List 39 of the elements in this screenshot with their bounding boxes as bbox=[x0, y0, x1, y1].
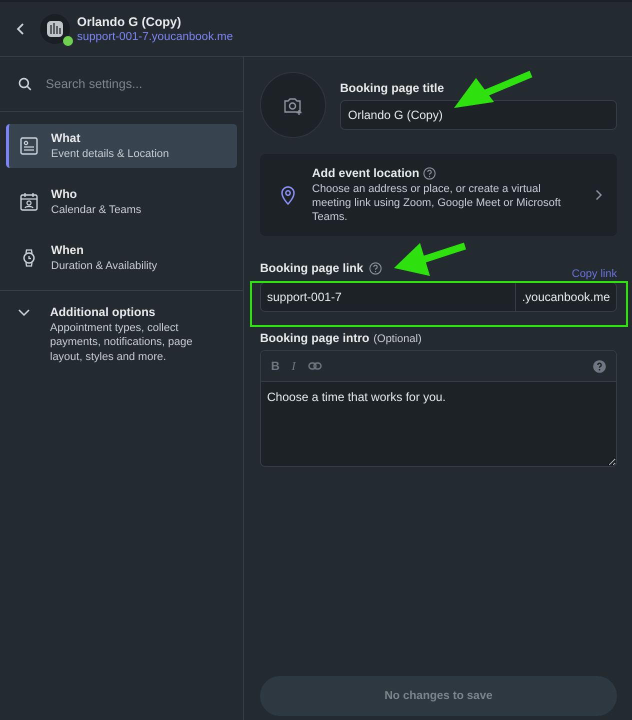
nav-item[interactable]: When Duration & Availability bbox=[6, 236, 237, 280]
bar-chart-icon bbox=[45, 19, 65, 39]
search-field[interactable]: Search settings... bbox=[44, 76, 225, 92]
back-chevron-icon bbox=[16, 22, 26, 36]
calendar-person-icon bbox=[19, 192, 39, 212]
intro-editor[interactable]: B I Choose a time that works for you. bbox=[260, 350, 617, 468]
additional-options[interactable]: Additional options Appointment types, collect payments, notifications, page layout, styles and more. bbox=[0, 291, 243, 378]
nav-title: When bbox=[51, 242, 85, 257]
nav-subtitle: Duration & Availability bbox=[51, 258, 158, 274]
field-label: Booking page intro bbox=[260, 331, 370, 346]
nav-subtitle: Calendar & Teams bbox=[51, 202, 142, 218]
nav-title: What bbox=[51, 130, 82, 145]
intro-text[interactable]: Choose a time that works for you. bbox=[261, 382, 616, 466]
field-label: Booking page link bbox=[260, 261, 364, 276]
section-description: Appointment types, collect payments, notifications, page layout, styles and more. bbox=[50, 321, 194, 364]
page-title: Orlando G (Copy) bbox=[77, 15, 182, 29]
domain-suffix: .youcanbook.me bbox=[516, 282, 617, 312]
location-title: Add event location bbox=[312, 166, 420, 180]
chevron-right-icon bbox=[595, 189, 603, 202]
nav-title: Who bbox=[51, 186, 78, 201]
page-link[interactable]: support-001-7.youcanbook.me bbox=[77, 31, 233, 43]
chevron-icon bbox=[18, 309, 30, 317]
location-card[interactable]: Add event location Choose an address or place, or create a virtual meeting link using Zoom, Google Meet or Microsoft Teams. bbox=[260, 154, 617, 236]
title-field[interactable]: Orlando G (Copy) bbox=[340, 100, 617, 130]
id-card-icon bbox=[19, 136, 39, 156]
link-icon[interactable] bbox=[308, 361, 322, 372]
field-label: Booking page title bbox=[340, 80, 446, 94]
help-icon[interactable] bbox=[593, 360, 606, 373]
help-icon[interactable] bbox=[423, 166, 436, 180]
nav-item[interactable]: Who Calendar & Teams bbox=[6, 180, 237, 224]
nav-item[interactable]: What Event details & Location bbox=[6, 124, 237, 168]
map-pin-icon bbox=[280, 185, 296, 206]
location-description: Choose an address or place, or create a virtual meeting link using Zoom, Google Meet or Microsoft Teams. bbox=[312, 183, 562, 224]
section-title: Additional options bbox=[50, 305, 156, 319]
help-icon[interactable] bbox=[369, 262, 382, 275]
optional-hint: (Optional) bbox=[373, 333, 422, 346]
link-field[interactable]: support-001-7 bbox=[260, 282, 516, 312]
nav-subtitle: Event details & Location bbox=[51, 146, 170, 162]
search-icon bbox=[18, 77, 32, 91]
